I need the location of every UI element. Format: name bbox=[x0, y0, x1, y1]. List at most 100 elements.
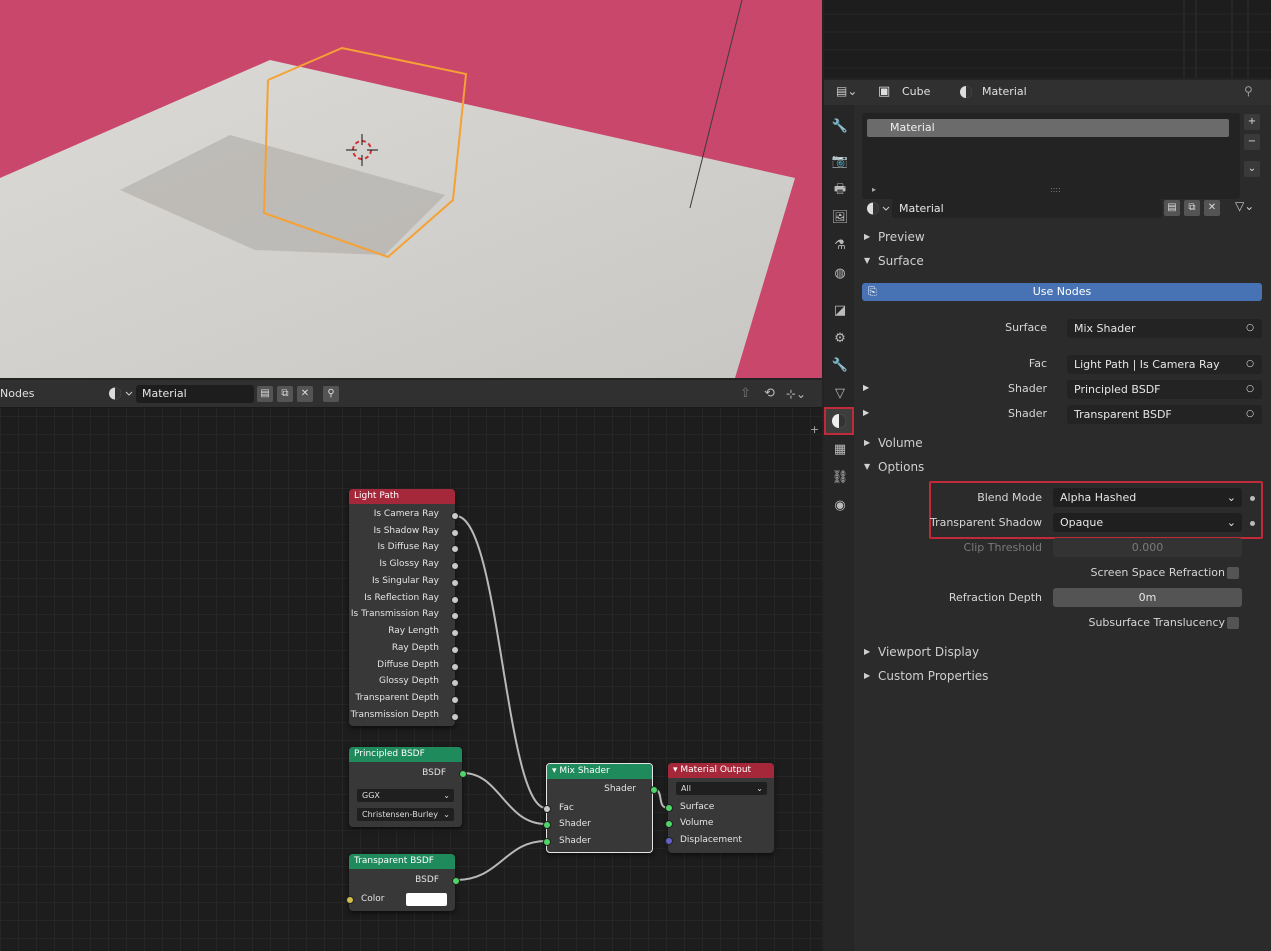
material-slot-item[interactable]: Material bbox=[867, 119, 1229, 137]
preview-section-header[interactable]: ▶ Preview bbox=[854, 226, 1271, 248]
ssr-checkbox[interactable] bbox=[1227, 567, 1239, 579]
viewport-display-section-header[interactable]: ▶ Viewport Display bbox=[854, 641, 1271, 663]
output-socket[interactable] bbox=[451, 629, 459, 637]
surface-shader-field[interactable]: Mix Shader ○ bbox=[1067, 319, 1262, 338]
fac-input-field[interactable]: Light Path | Is Camera Ray ○ bbox=[1067, 355, 1262, 374]
constraints-tab-icon[interactable]: ⛓ bbox=[829, 467, 851, 489]
distribution-dropdown[interactable]: GGX ⌄ bbox=[357, 789, 454, 802]
output-socket[interactable] bbox=[451, 696, 459, 704]
modifier-tab-icon[interactable]: 🔧 bbox=[829, 355, 851, 377]
subsurface-method-dropdown[interactable]: Christensen-Burley ⌄ bbox=[357, 808, 454, 821]
volume-section-title: Volume bbox=[878, 436, 923, 450]
shader-input-socket[interactable] bbox=[543, 838, 551, 846]
fake-user-icon[interactable]: ▤ bbox=[1164, 200, 1180, 216]
link-type-dropdown-icon[interactable]: ▽⌄ bbox=[1235, 199, 1254, 213]
output-target-dropdown[interactable]: All ⌄ bbox=[676, 782, 767, 795]
texture-tab-icon[interactable]: ▦ bbox=[829, 439, 851, 461]
blend-mode-dropdown[interactable]: Alpha Hashed ⌄ bbox=[1053, 488, 1242, 507]
custom-properties-section-header[interactable]: ▶ Custom Properties bbox=[854, 665, 1271, 687]
material-output-node[interactable]: ▾ Material Output All ⌄ Surface Volume Di… bbox=[665, 763, 774, 853]
transparent-shadow-value: Opaque bbox=[1060, 516, 1104, 529]
expand-arrow-icon[interactable]: ▶ bbox=[863, 383, 869, 392]
options-section-header[interactable]: ▼ Options bbox=[854, 456, 1271, 478]
tool-tab-icon[interactable]: 🔧 bbox=[829, 116, 851, 138]
material-name-field[interactable]: Material bbox=[892, 199, 1162, 218]
subsurface-method-value: Christensen-Burley bbox=[362, 810, 438, 819]
principled-bsdf-node[interactable]: Principled BSDF BSDF GGX ⌄ Christensen-Bu… bbox=[349, 747, 467, 827]
chevron-down-icon: ⌄ bbox=[443, 791, 450, 800]
output-socket[interactable] bbox=[451, 612, 459, 620]
ssr-label: Screen Space Refraction bbox=[1090, 566, 1225, 579]
animate-property-dot[interactable] bbox=[1250, 496, 1255, 501]
output-socket[interactable] bbox=[451, 679, 459, 687]
mix-shader-title: Mix Shader bbox=[559, 766, 610, 776]
view-layer-tab-icon[interactable]: 🖼 bbox=[829, 207, 851, 229]
surface-section-header[interactable]: ▼ Surface bbox=[854, 250, 1271, 272]
shader2-input-field[interactable]: Transparent BSDF ○ bbox=[1067, 405, 1262, 424]
timeline-area bbox=[824, 0, 1271, 78]
shader-output-socket[interactable] bbox=[650, 786, 658, 794]
mix-shader-node-title: ▾ Mix Shader bbox=[547, 764, 652, 779]
clip-threshold-slider[interactable]: 0.000 bbox=[1053, 538, 1242, 557]
surface-input-socket[interactable] bbox=[665, 804, 673, 812]
output-socket[interactable] bbox=[451, 596, 459, 604]
refraction-depth-slider[interactable]: 0m bbox=[1053, 588, 1242, 607]
bsdf-output-socket[interactable] bbox=[459, 770, 467, 778]
collapsed-arrow-icon: ▶ bbox=[864, 647, 871, 656]
remove-slot-button[interactable]: − bbox=[1244, 134, 1260, 150]
output-socket[interactable] bbox=[451, 579, 459, 587]
output-socket[interactable] bbox=[451, 562, 459, 570]
transparent-bsdf-node[interactable]: Transparent BSDF BSDF Color bbox=[346, 854, 460, 911]
refraction-depth-label: Refraction Depth bbox=[948, 591, 1042, 604]
fac-input-socket[interactable] bbox=[543, 805, 551, 813]
shader-input-socket[interactable] bbox=[543, 821, 551, 829]
output-socket[interactable] bbox=[451, 663, 459, 671]
socket-label: Diffuse Depth bbox=[377, 660, 439, 670]
material-icon bbox=[958, 84, 974, 100]
material-tab-icon bbox=[832, 414, 846, 428]
physics-tab-icon[interactable]: ⚙ bbox=[829, 328, 851, 350]
filter-options-icon[interactable]: ▸ bbox=[872, 185, 876, 194]
bsdf-output-socket[interactable] bbox=[452, 877, 460, 885]
material-slot-list[interactable]: Material ▸ :::: bbox=[862, 113, 1240, 199]
socket-label: Shader bbox=[604, 784, 636, 794]
blend-mode-label: Blend Mode bbox=[977, 491, 1042, 504]
shader1-input-field[interactable]: Principled BSDF ○ bbox=[1067, 380, 1262, 399]
output-socket[interactable] bbox=[451, 512, 459, 520]
surface-label: Surface bbox=[1005, 321, 1047, 334]
light-path-node[interactable]: Light Path Is Camera Ray Is Shadow Ray I… bbox=[349, 489, 459, 726]
output-tab-icon[interactable]: 🖶 bbox=[829, 179, 851, 201]
add-slot-button[interactable]: + bbox=[1244, 114, 1260, 130]
output-socket[interactable] bbox=[451, 545, 459, 553]
object-tab-icon[interactable]: ◪ bbox=[829, 300, 851, 322]
resize-handle[interactable]: :::: bbox=[1050, 185, 1061, 194]
pin-icon[interactable]: ⚲ bbox=[1244, 84, 1253, 98]
material-tab[interactable] bbox=[824, 407, 854, 435]
displacement-input-socket[interactable] bbox=[665, 837, 673, 845]
subsurface-translucency-checkbox[interactable] bbox=[1227, 617, 1239, 629]
color-input-socket[interactable] bbox=[346, 896, 354, 904]
use-nodes-button[interactable]: ⎘ Use Nodes bbox=[862, 283, 1262, 301]
world-tab-icon[interactable]: ◍ bbox=[829, 263, 851, 285]
editor-type-dropdown-icon[interactable]: ▤⌄ bbox=[836, 84, 864, 101]
duplicate-material-icon[interactable]: ⧉ bbox=[1184, 200, 1200, 216]
slot-specials-menu-icon[interactable]: ⌄ bbox=[1244, 161, 1260, 177]
scene-tab-icon[interactable]: ⚗ bbox=[829, 235, 851, 257]
output-socket[interactable] bbox=[451, 713, 459, 721]
render-tab-icon[interactable]: 📷 bbox=[829, 151, 851, 173]
unlink-material-icon[interactable]: ✕ bbox=[1204, 200, 1220, 216]
color-swatch[interactable] bbox=[406, 893, 447, 906]
expand-arrow-icon[interactable]: ▶ bbox=[863, 408, 869, 417]
volume-section-header[interactable]: ▶ Volume bbox=[854, 432, 1271, 454]
mix-shader-node[interactable]: ▾ Mix Shader Shader Fac Shader Shader bbox=[543, 763, 658, 853]
surface-shader-value: Mix Shader bbox=[1074, 322, 1136, 335]
output-socket[interactable] bbox=[451, 529, 459, 537]
volume-input-socket[interactable] bbox=[665, 820, 673, 828]
particles-tab-icon[interactable]: ◉ bbox=[829, 495, 851, 517]
data-tab-icon[interactable]: ▽ bbox=[829, 383, 851, 405]
output-socket[interactable] bbox=[451, 646, 459, 654]
browse-material-button[interactable] bbox=[864, 199, 892, 218]
animate-property-dot[interactable] bbox=[1250, 521, 1255, 526]
transparent-shadow-dropdown[interactable]: Opaque ⌄ bbox=[1053, 513, 1242, 532]
transparent-bsdf-node-title: Transparent BSDF bbox=[349, 854, 455, 869]
